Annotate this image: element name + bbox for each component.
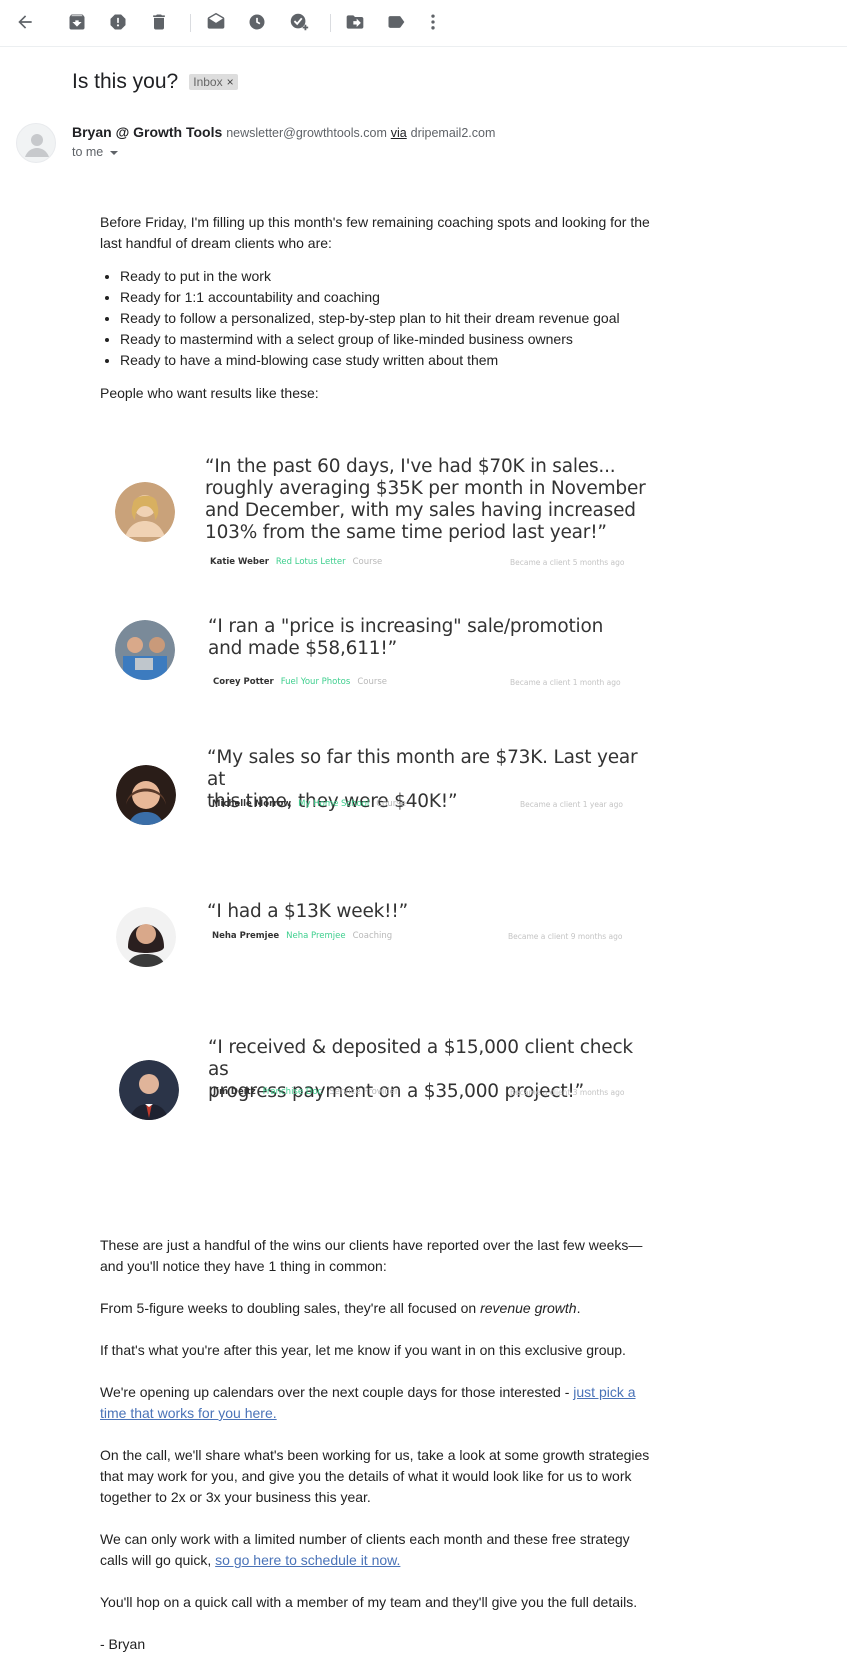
email-body: Before Friday, I'm filling up this month… bbox=[100, 212, 660, 404]
subject-row: Is this you? Inbox × bbox=[72, 68, 238, 96]
list-item: Ready for 1:1 accountability and coachin… bbox=[120, 287, 660, 308]
toolbar-separator bbox=[190, 14, 191, 32]
recipient-details-toggle[interactable]: to me bbox=[72, 145, 119, 159]
testimonial-card: “I received & deposited a $15,000 client… bbox=[110, 1035, 655, 1145]
schedule-now-link[interactable]: so go here to schedule it now. bbox=[215, 1552, 400, 1568]
client-type: Coaching bbox=[352, 931, 393, 941]
testimonial-quote: “In the past 60 days, I've had $70K in s… bbox=[205, 456, 646, 543]
client-avatar bbox=[116, 765, 176, 825]
inbox-label-chip[interactable]: Inbox × bbox=[189, 74, 238, 90]
paragraph: You'll hop on a quick call with a member… bbox=[100, 1594, 638, 1610]
paragraph-text: From 5-figure weeks to doubling sales, t… bbox=[100, 1300, 481, 1316]
email-body-closing: These are just a handful of the wins our… bbox=[100, 1235, 660, 1655]
signoff: - Bryan bbox=[100, 1636, 146, 1652]
toolbar-separator bbox=[330, 14, 331, 32]
list-item: Ready to put in the work bbox=[120, 266, 660, 287]
list-item: Ready to follow a personalized, step-by-… bbox=[120, 308, 660, 329]
paragraph: From 5-figure weeks to doubling sales, t… bbox=[100, 1298, 660, 1319]
to-text: to me bbox=[72, 145, 104, 159]
client-name: Katie Weber bbox=[210, 557, 269, 567]
paragraph: If that's what you're after this year, l… bbox=[100, 1342, 626, 1358]
paragraph: We're opening up calendars over the next… bbox=[100, 1382, 660, 1424]
email-subject: Is this you? bbox=[72, 70, 179, 93]
testimonial-meta: Corey Potter Fuel Your Photos Course bbox=[213, 677, 387, 687]
client-name: Jim Deitz bbox=[213, 1087, 256, 1097]
snooze-icon[interactable] bbox=[246, 11, 268, 33]
move-to-icon[interactable] bbox=[344, 11, 366, 33]
mark-unread-icon[interactable] bbox=[205, 11, 227, 33]
label-text: Inbox bbox=[193, 75, 223, 89]
client-type: Course bbox=[376, 799, 406, 809]
client-avatar bbox=[119, 1060, 179, 1120]
testimonial-quote: “I ran a "price is increasing" sale/prom… bbox=[208, 616, 604, 659]
sender-line: Bryan @ Growth Tools newsletter@growthto… bbox=[72, 124, 495, 140]
toolbar bbox=[0, 0, 847, 47]
testimonial-card: “In the past 60 days, I've had $70K in s… bbox=[110, 440, 655, 580]
client-since: Became a client 1 month ago bbox=[510, 678, 621, 687]
client-avatar bbox=[115, 620, 175, 680]
client-type: Course bbox=[357, 677, 388, 687]
paragraph-text: . bbox=[576, 1300, 581, 1316]
labels-icon[interactable] bbox=[385, 11, 407, 33]
testimonial-meta: Neha Premjee Neha Premjee Coaching bbox=[212, 931, 392, 941]
client-since: Became a client 1 year ago bbox=[520, 800, 623, 809]
sender-email: newsletter@growthtools.com bbox=[226, 126, 387, 140]
client-avatar bbox=[116, 907, 176, 967]
remove-label-icon[interactable]: × bbox=[227, 75, 234, 89]
archive-icon[interactable] bbox=[66, 11, 88, 33]
paragraph-text: We're opening up calendars over the next… bbox=[100, 1384, 574, 1400]
client-name: Michelle Morrow bbox=[212, 799, 292, 809]
client-type: Course bbox=[352, 557, 383, 567]
testimonial-quote: “I had a $13K week!!” bbox=[207, 901, 408, 922]
paragraph: On the call, we'll share what's been wor… bbox=[100, 1447, 650, 1505]
client-type: Service Provider bbox=[329, 1087, 399, 1097]
client-avatar bbox=[115, 482, 175, 542]
add-task-icon[interactable] bbox=[288, 11, 310, 33]
client-since: Became a client 5 months ago bbox=[510, 558, 625, 567]
sender-name[interactable]: Bryan @ Growth Tools bbox=[72, 124, 222, 140]
testimonial-card: “I ran a "price is increasing" sale/prom… bbox=[110, 600, 655, 700]
client-business: My Home School bbox=[298, 799, 370, 809]
client-name: Neha Premjee bbox=[212, 931, 280, 941]
results-intro: People who want results like these: bbox=[100, 385, 319, 401]
client-since: Became a client 3 months ago bbox=[510, 1088, 625, 1097]
paragraph: We can only work with a limited number o… bbox=[100, 1529, 660, 1571]
client-business: Neha Premjee bbox=[286, 931, 346, 941]
delete-icon[interactable] bbox=[148, 11, 170, 33]
testimonial-card: “My sales so far this month are $73K. La… bbox=[110, 745, 655, 845]
client-business: Fuel Your Photos bbox=[280, 677, 351, 687]
via-link[interactable]: via bbox=[391, 126, 407, 140]
client-business: Red Lotus Letter bbox=[275, 557, 346, 567]
more-options-icon[interactable] bbox=[422, 11, 444, 33]
via-domain: dripemail2.com bbox=[410, 126, 496, 140]
testimonial-meta: Michelle Morrow My Home School Course bbox=[212, 799, 406, 809]
default-avatar-icon bbox=[25, 134, 49, 157]
paragraph: These are just a handful of the wins our… bbox=[100, 1237, 643, 1274]
list-item: Ready to mastermind with a select group … bbox=[120, 329, 660, 350]
list-item: Ready to have a mind-blowing case study … bbox=[120, 350, 660, 371]
back-arrow-icon[interactable] bbox=[14, 11, 36, 33]
report-spam-icon[interactable] bbox=[107, 11, 129, 33]
criteria-list: Ready to put in the work Ready for 1:1 a… bbox=[100, 266, 660, 371]
client-name: Corey Potter bbox=[213, 677, 274, 687]
testimonial-meta: Jim Deitz Franchise Doc Service Provider bbox=[213, 1087, 398, 1097]
client-since: Became a client 9 months ago bbox=[508, 932, 623, 941]
testimonial-card: “I had a $13K week!!” Neha Premjee Neha P… bbox=[110, 895, 655, 985]
testimonial-meta: Katie Weber Red Lotus Letter Course bbox=[210, 557, 382, 567]
intro-paragraph: Before Friday, I'm filling up this month… bbox=[100, 214, 650, 251]
client-business: Franchise Doc bbox=[262, 1087, 323, 1097]
chevron-down-icon[interactable] bbox=[110, 151, 119, 155]
sender-avatar bbox=[16, 123, 56, 163]
emphasis-text: revenue growth bbox=[480, 1300, 577, 1316]
